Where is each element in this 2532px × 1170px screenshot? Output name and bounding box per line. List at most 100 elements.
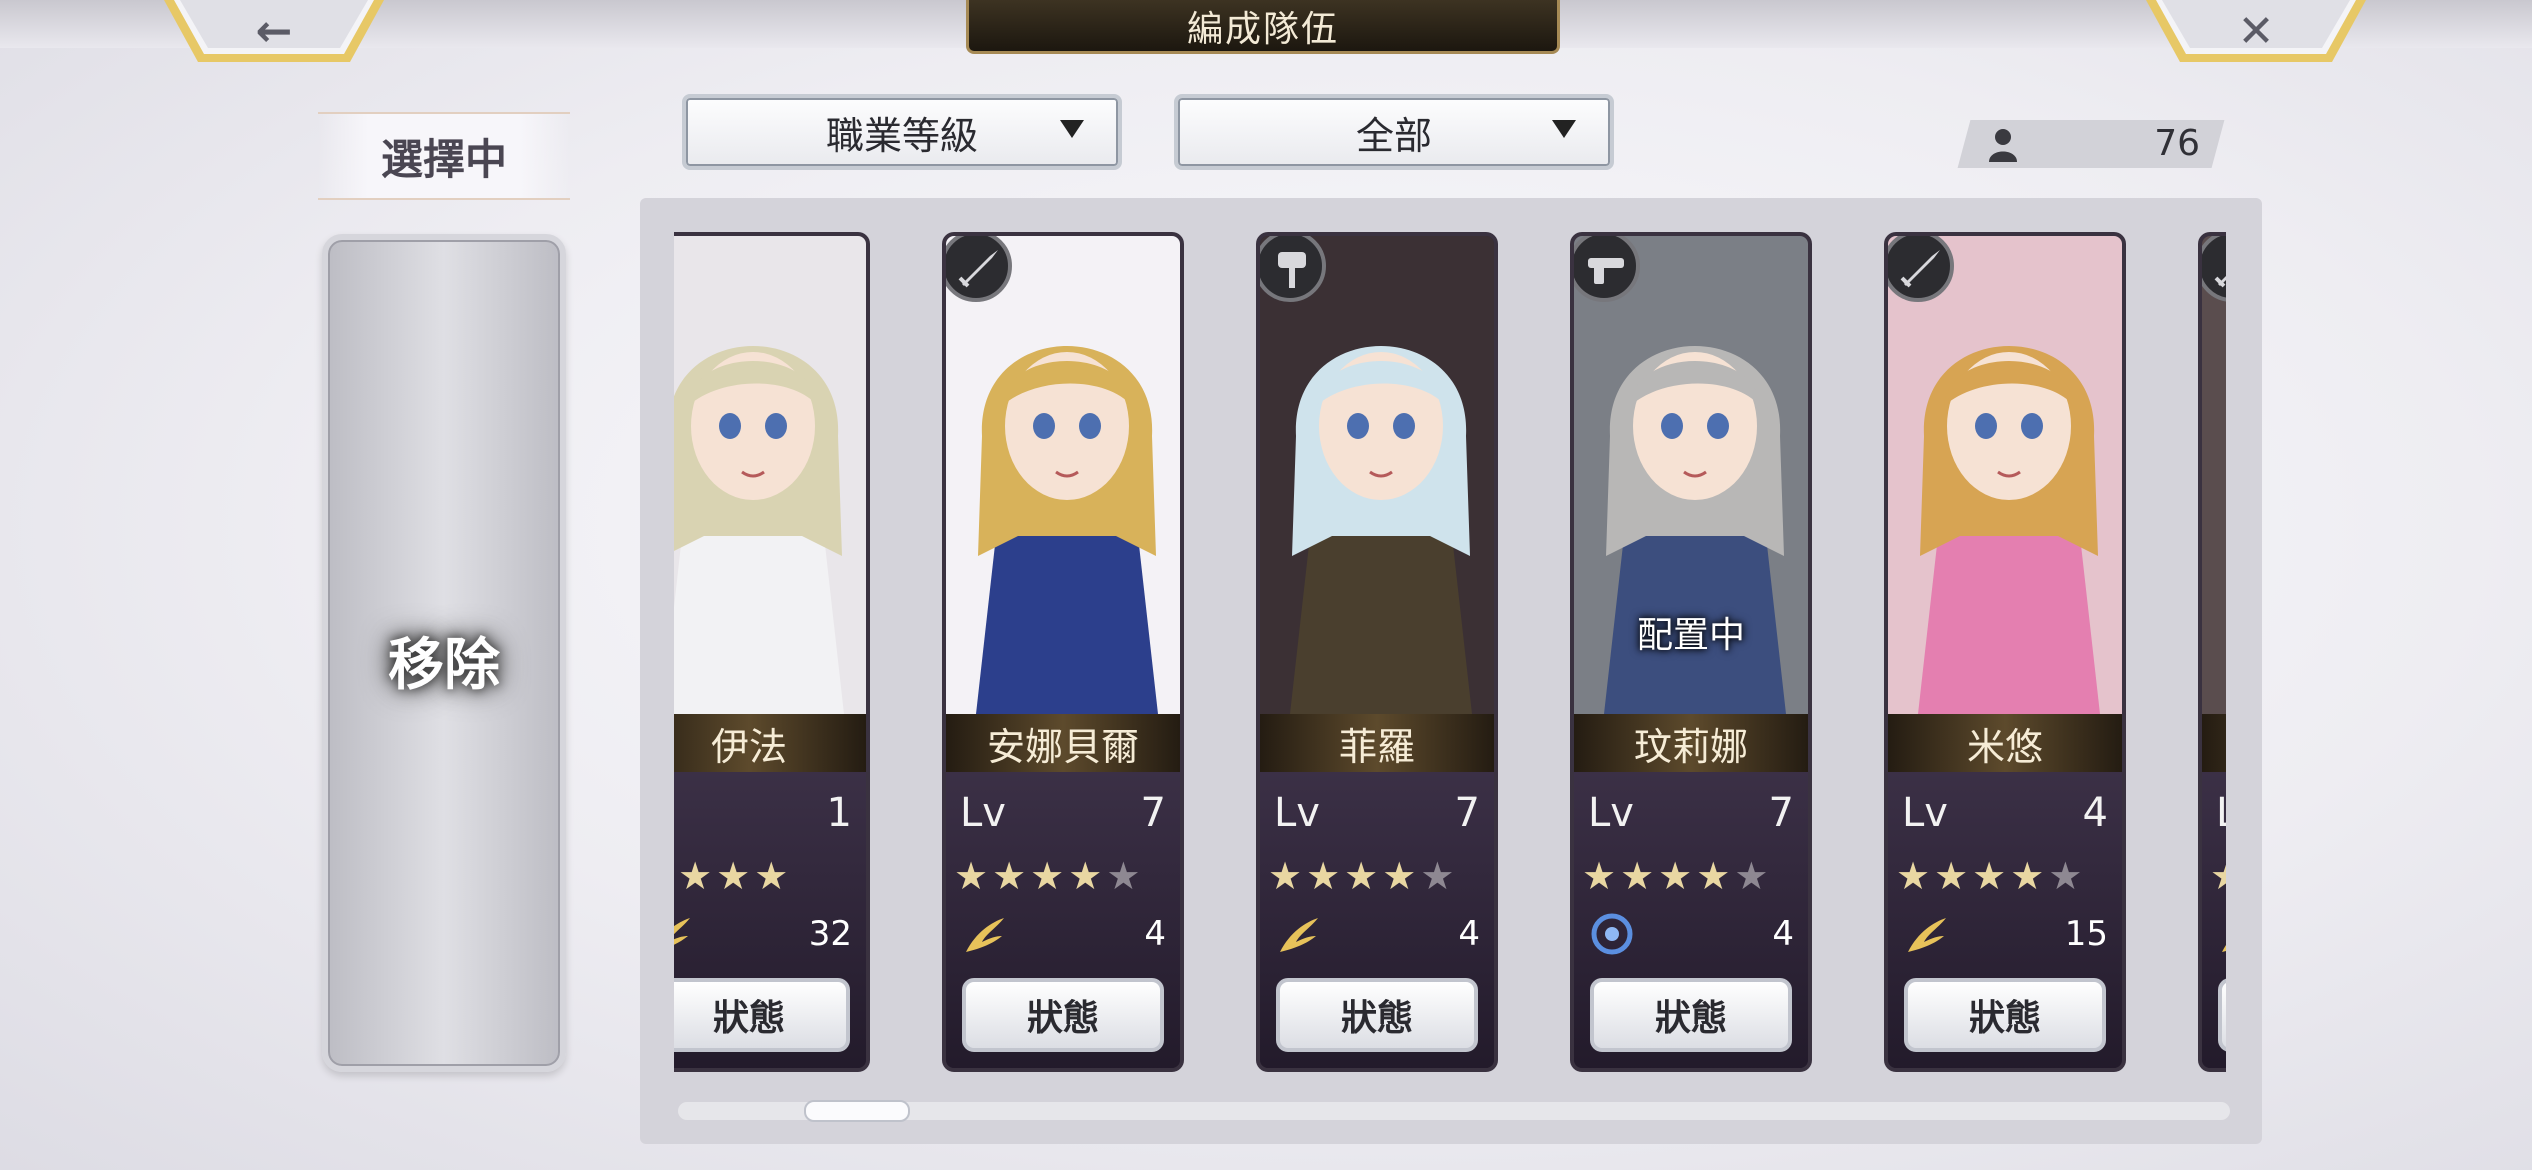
remove-slot-button[interactable]: 移除 (322, 234, 566, 1072)
star-icon: ★ (1972, 854, 2011, 898)
chevron-down-icon (1552, 120, 1576, 138)
roster-list[interactable]: 伊法v1★★★★32狀態安娜貝爾Lv7★★★★★4狀態菲羅Lv7★★★★★4狀態… (674, 232, 2226, 1072)
level-value: 7 (1768, 790, 1794, 836)
character-name: 夏濃 (2202, 714, 2226, 772)
character-portrait (1260, 236, 1494, 714)
character-name: 玟莉娜 (1574, 714, 1808, 772)
character-card[interactable]: 配置中 玟莉娜 Lv 7 ★★★★★ 4 狀態 (1570, 232, 1812, 1072)
star-icon: ★ (1934, 854, 1973, 898)
star-icon: ★ (1582, 854, 1621, 898)
back-arrow-icon: ← (255, 5, 293, 57)
character-portrait: 配置中 (2202, 236, 2226, 714)
wing-element-icon (1908, 918, 1946, 952)
star-icon: ★ (1306, 854, 1345, 898)
character-portrait (1888, 236, 2122, 714)
star-icon: ★ (1696, 854, 1735, 898)
level-value: 1 (826, 790, 852, 836)
sword-class-icon (946, 236, 1012, 302)
character-card[interactable]: 菲羅 Lv 7 ★★★★★ 4 狀態 (1256, 232, 1498, 1072)
selected-label: 選擇中 (318, 112, 570, 200)
level-label: Lv (1588, 790, 1634, 836)
character-portrait (674, 236, 866, 714)
water-element-icon (1591, 913, 1633, 955)
star-rating: ★★★★ (674, 854, 792, 898)
sword-class-icon (1888, 236, 1954, 302)
level-value: 7 (1140, 790, 1166, 836)
level-label: Lv (2216, 790, 2226, 836)
level-label: Lv (960, 790, 1006, 836)
close-button[interactable]: ✕ (2146, 0, 2366, 70)
star-rating: ★★★★★ (1582, 854, 1772, 898)
character-card[interactable]: 伊法v1★★★★32狀態 (674, 232, 870, 1072)
star-icon: ★ (1620, 854, 1659, 898)
back-button[interactable]: ← (164, 0, 384, 70)
star-icon: ★ (1658, 854, 1697, 898)
level-label: Lv (1274, 790, 1320, 836)
star-rating: ★★★★★ (1896, 854, 2086, 898)
star-rating: ★★★★★ (2210, 854, 2226, 898)
star-icon: ★ (992, 854, 1031, 898)
star-icon: ★ (1344, 854, 1383, 898)
star-icon: ★ (1734, 854, 1773, 898)
star-icon: ★ (1420, 854, 1459, 898)
status-button[interactable]: 狀態 (1590, 978, 1792, 1052)
star-icon: ★ (1106, 854, 1145, 898)
character-stats: Lv 7 ★★★★★ 4 狀態 (1260, 772, 1494, 1068)
close-icon: ✕ (2237, 5, 2275, 57)
wing-element-icon (2222, 944, 2226, 952)
character-name: 米悠 (1888, 714, 2122, 772)
element-value: 4 (1772, 914, 1794, 954)
character-name: 菲羅 (1260, 714, 1494, 772)
gun-class-icon (1574, 236, 1640, 302)
level-value: 7 (1454, 790, 1480, 836)
deployed-label: 配置中 (2202, 606, 2226, 658)
character-stats: Lv 7 ★★★★★ 4 狀態 (1574, 772, 1808, 1068)
star-icon: ★ (2010, 854, 2049, 898)
star-icon: ★ (954, 854, 993, 898)
filter-dropdown-label: 全部 (1355, 113, 1432, 158)
star-rating: ★★★★★ (1268, 854, 1458, 898)
character-card[interactable]: 安娜貝爾 Lv 7 ★★★★★ 4 狀態 (942, 232, 1184, 1072)
scroll-thumb[interactable] (804, 1100, 910, 1122)
page-title: 編成隊伍 (966, 0, 1560, 54)
element-value: 4 (1144, 914, 1166, 954)
hammer-class-icon (1260, 236, 1326, 302)
level-value: 4 (2082, 790, 2108, 836)
sort-dropdown[interactable]: 職業等級 (682, 94, 1122, 170)
element-value: 4 (1458, 914, 1480, 954)
character-name: 伊法 (674, 714, 866, 772)
sort-dropdown-label: 職業等級 (825, 113, 978, 158)
status-button[interactable]: 狀態 (2218, 978, 2226, 1052)
character-stats: Lv 7 ★★★★★ 4 狀態 (946, 772, 1180, 1068)
character-card[interactable]: 米悠 Lv 4 ★★★★★ 15 狀態 (1884, 232, 2126, 1072)
element-value: 32 (808, 914, 852, 954)
filter-dropdown[interactable]: 全部 (1174, 94, 1614, 170)
unit-count: 76 (2154, 123, 2200, 164)
star-icon: ★ (1896, 854, 1935, 898)
star-icon: ★ (716, 854, 755, 898)
star-icon: ★ (678, 854, 717, 898)
character-card[interactable]: 配置中夏濃Lv4★★★★★4狀態 (2198, 232, 2226, 1072)
roster-scrollbar[interactable] (678, 1100, 2230, 1122)
character-portrait (946, 236, 1180, 714)
star-icon: ★ (754, 854, 793, 898)
character-stats: Lv 4 ★★★★★ 15 狀態 (1888, 772, 2122, 1068)
status-button[interactable]: 狀態 (1904, 978, 2106, 1052)
level-label: Lv (1902, 790, 1948, 836)
character-portrait: 配置中 (1574, 236, 1808, 714)
status-button[interactable]: 狀態 (674, 978, 850, 1052)
character-stats: Lv4★★★★★4狀態 (2202, 772, 2226, 1068)
status-button[interactable]: 狀態 (1276, 978, 1478, 1052)
star-icon: ★ (1030, 854, 1069, 898)
star-icon: ★ (2048, 854, 2087, 898)
status-button[interactable]: 狀態 (962, 978, 1164, 1052)
star-icon: ★ (2210, 854, 2226, 898)
star-icon: ★ (1068, 854, 1107, 898)
wing-element-icon (1280, 918, 1318, 952)
wing-element-icon (674, 918, 690, 945)
remove-label: 移除 (388, 632, 500, 698)
chevron-down-icon (1060, 120, 1084, 138)
wing-element-icon (966, 918, 1004, 952)
person-icon (1989, 129, 2017, 162)
character-name: 安娜貝爾 (946, 714, 1180, 772)
